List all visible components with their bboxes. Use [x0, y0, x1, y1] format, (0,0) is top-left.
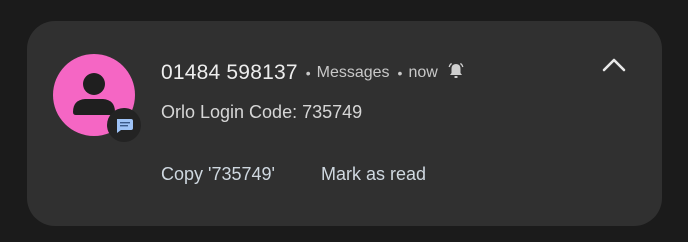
messages-bubble-icon [117, 119, 133, 133]
header-separator-2: • [397, 65, 403, 81]
message-text: Orlo Login Code: 735749 [161, 102, 363, 122]
mark-as-read-button[interactable]: Mark as read [321, 164, 426, 185]
notification-actions: Copy '735749' Mark as read [161, 164, 426, 185]
header-separator: • [305, 65, 311, 81]
timestamp: now [408, 64, 438, 81]
app-badge [107, 108, 141, 142]
bell-alert-icon [447, 62, 465, 85]
app-name: Messages [316, 64, 390, 81]
copy-code-button[interactable]: Copy '735749' [161, 164, 275, 185]
sender-number: 01484 598137 [161, 61, 298, 84]
notification-card[interactable]: 01484 598137 • Messages • now Orlo Login… [27, 21, 662, 226]
notification-header: 01484 598137 • Messages • now [161, 59, 465, 87]
chevron-up-icon [602, 58, 626, 72]
collapse-button[interactable] [599, 53, 629, 77]
